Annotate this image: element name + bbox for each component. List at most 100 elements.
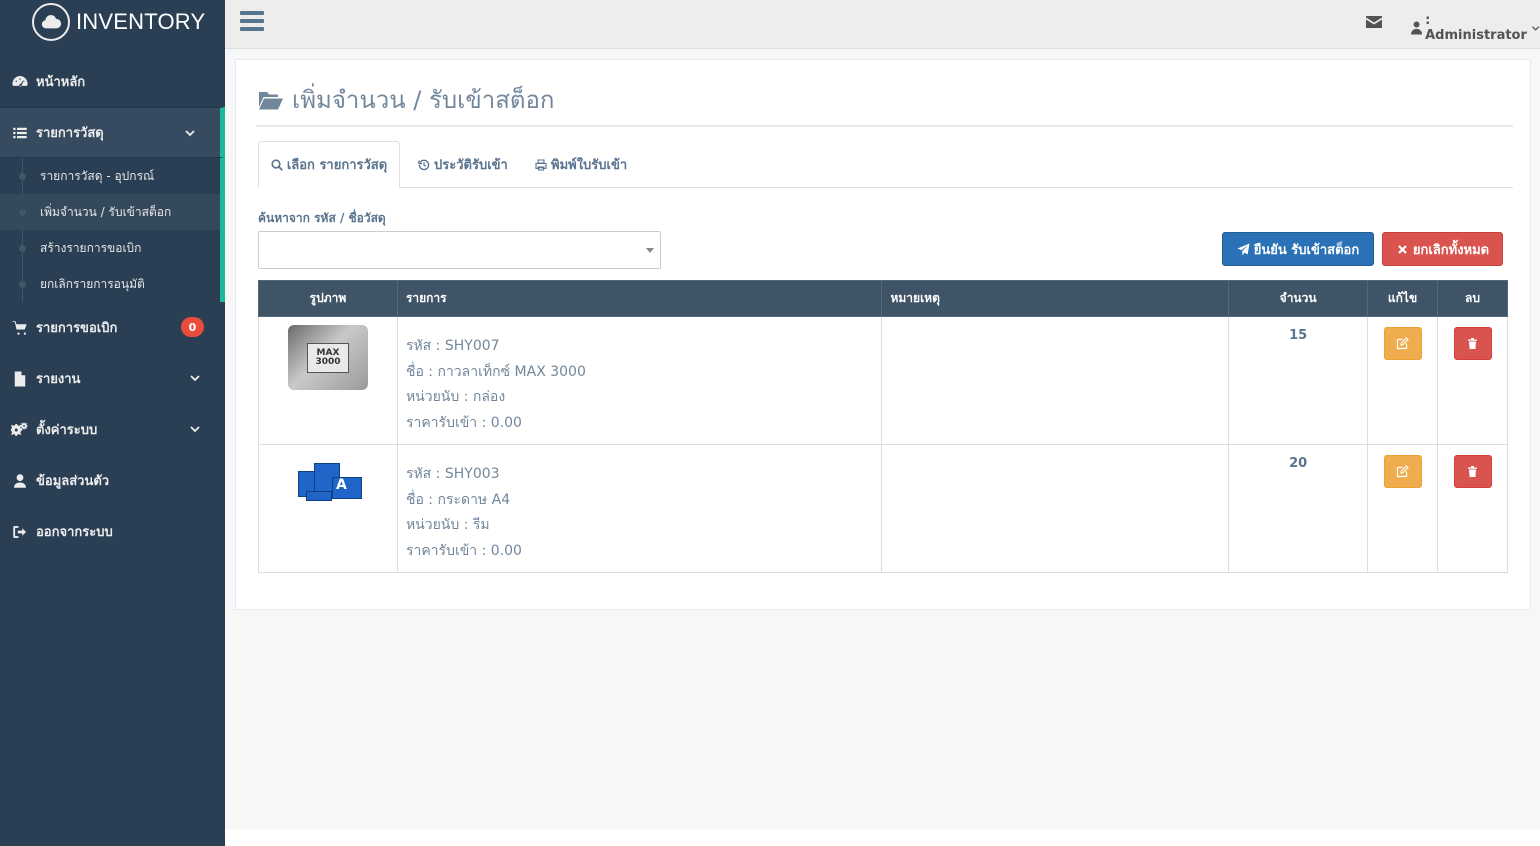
product-image-label: MAX 3000 (306, 342, 349, 373)
th-edit: แก้ไข (1367, 280, 1439, 317)
page-title: เพิ่มจำนวน / รับเข้าสต็อก (258, 80, 554, 119)
product-image-label: A (335, 477, 347, 493)
item-price: ราคารับเข้า : 0.00 (405, 414, 522, 431)
title-divider (256, 125, 1513, 127)
sidebar-item-home[interactable]: หน้าหลัก (0, 56, 225, 107)
edit-cell (1367, 444, 1439, 573)
confirm-stock-in-button[interactable]: ยืนยัน รับเข้าสต็อก (1222, 232, 1374, 266)
image-cell: A (258, 444, 398, 573)
item-cell: รหัส : SHY007 ชื่อ : กาวลาเท็กซ์ MAX 300… (396, 316, 883, 445)
th-image: รูปภาพ (258, 280, 398, 317)
sidebar-item-settings[interactable]: ตั้งค่าระบบ (0, 404, 225, 455)
sidebar-item-profile[interactable]: ข้อมูลส่วนตัว (0, 455, 225, 506)
sidebar-item-logout[interactable]: ออกจากระบบ (0, 506, 225, 557)
delete-button[interactable] (1453, 455, 1492, 488)
sidebar-item-label: ข้อมูลส่วนตัว (36, 474, 110, 489)
cart-icon (10, 319, 30, 337)
table-header-row: รูปภาพ รายการ หมายเหตุ จำนวน แก้ไข ลบ (258, 280, 1508, 317)
chevron-down-icon (189, 372, 201, 384)
edit-icon (1396, 465, 1409, 478)
edit-cell (1367, 316, 1439, 445)
search-icon (271, 158, 283, 171)
sidebar-item-label: หน้าหลัก (36, 75, 86, 90)
item-unit: หน่วยนับ : กล่อง (405, 389, 506, 405)
delete-cell (1437, 444, 1508, 573)
sidebar-item-materials[interactable]: รายการวัสดุ (0, 107, 225, 158)
sidebar-item-label: รายงาน (36, 372, 81, 387)
item-unit: หน่วยนับ : รีม (405, 517, 490, 533)
tab-label: เลือก รายการวัสดุ (286, 158, 388, 173)
user-icon (1411, 21, 1423, 35)
print-icon (535, 158, 547, 171)
note-cell (881, 444, 1230, 573)
sidebar-item-reports[interactable]: รายงาน (0, 353, 225, 404)
table-row: MAX 3000 รหัส : SHY007 ชื่อ : กาวลาเท็กซ… (258, 316, 1508, 445)
folder-open-icon (259, 91, 283, 109)
tab-print-receipt[interactable]: พิมพ์ใบรับเข้า (535, 141, 627, 188)
th-item: รายการ (396, 280, 883, 317)
brand[interactable]: INVENTORY (0, 0, 225, 44)
cancel-all-button[interactable]: ยกเลิกทั้งหมด (1382, 232, 1503, 266)
quantity-cell: 15 (1228, 316, 1369, 445)
quantity-cell: 20 (1228, 444, 1369, 573)
stock-items-table: รูปภาพ รายการ หมายเหตุ จำนวน แก้ไข ลบ MA… (258, 280, 1508, 573)
sidebar-subitem-materials-list[interactable]: รายการวัสดุ - อุปกรณ์ (0, 158, 220, 194)
chevron-down-icon (189, 423, 201, 435)
footer (225, 829, 1540, 846)
chevron-down-icon (184, 127, 196, 139)
tab-receive-history[interactable]: ประวัติรับเข้า (418, 141, 508, 188)
item-cell: รหัส : SHY003 ชื่อ : กระดาษ A4 หน่วยนับ … (396, 444, 883, 573)
cloud-icon (32, 3, 70, 41)
material-search-select[interactable] (258, 231, 661, 269)
sidebar-item-label: ตั้งค่าระบบ (36, 423, 98, 438)
file-icon (10, 370, 30, 388)
tab-bar: เลือก รายการวัสดุ ประวัติรับเข้า พิมพ์ใบ… (258, 141, 1513, 188)
edit-button[interactable] (1383, 455, 1422, 488)
tab-select-materials[interactable]: เลือก รายการวัสดุ (258, 141, 400, 188)
item-quantity: 20 (1289, 456, 1308, 471)
trash-icon (1468, 466, 1477, 477)
button-label: ยืนยัน รับเข้าสต็อก (1253, 242, 1360, 258)
item-code: รหัส : SHY007 (405, 338, 500, 354)
paper-plane-icon (1237, 243, 1250, 255)
user-icon (10, 472, 30, 490)
requests-count-badge: 0 (181, 317, 204, 337)
stock-in-panel: เพิ่มจำนวน / รับเข้าสต็อก เลือก รายการวั… (235, 59, 1531, 610)
search-label: ค้นหาจาก รหัส / ชื่อวัสดุ (258, 211, 386, 225)
th-quantity: จำนวน (1228, 280, 1369, 317)
image-cell: MAX 3000 (258, 316, 398, 445)
edit-button[interactable] (1383, 327, 1422, 360)
sidebar-menu: หน้าหลัก รายการวัสดุ รายการวัสดุ - อุปกร… (0, 56, 225, 557)
trash-icon (1468, 338, 1477, 349)
user-menu[interactable]: : Administrator (1411, 13, 1540, 43)
sidebar-item-requests[interactable]: รายการขอเบิก 0 (0, 302, 225, 353)
sidebar-subitem-add-stock[interactable]: เพิ่มจำนวน / รับเข้าสต็อก (0, 194, 220, 230)
caret-down-icon (646, 248, 654, 253)
menu-toggle-icon[interactable] (240, 11, 264, 33)
delete-cell (1437, 316, 1508, 445)
brand-title: INVENTORY (76, 9, 206, 34)
note-cell (881, 316, 1230, 445)
sidebar-subitem-cancel-approval[interactable]: ยกเลิกรายการอนุมัติ (0, 266, 220, 302)
top-navbar: : Administrator (225, 0, 1540, 49)
close-icon (1398, 244, 1407, 254)
delete-button[interactable] (1453, 327, 1492, 360)
sidebar: INVENTORY หน้าหลัก รายการวัสดุ รายการวัส… (0, 0, 225, 846)
gears-icon (10, 421, 30, 439)
chevron-down-icon (1531, 26, 1539, 31)
history-icon (418, 159, 430, 170)
sidebar-item-label: ออกจากระบบ (36, 525, 113, 540)
materials-submenu: รายการวัสดุ - อุปกรณ์ เพิ่มจำนวน / รับเข… (0, 158, 225, 302)
item-price: ราคารับเข้า : 0.00 (405, 542, 522, 559)
item-name: ชื่อ : กาวลาเท็กซ์ MAX 3000 (405, 363, 586, 380)
table-row: A รหัส : SHY003 ชื่อ : กระดาษ A4 หน่วยนั… (258, 444, 1508, 573)
product-image: A (287, 453, 368, 518)
item-name: ชื่อ : กระดาษ A4 (405, 491, 511, 508)
item-quantity: 15 (1289, 328, 1308, 343)
envelope-icon[interactable] (1366, 14, 1382, 28)
product-image: MAX 3000 (287, 325, 368, 390)
th-delete: ลบ (1437, 280, 1508, 317)
sidebar-subitem-create-request[interactable]: สร้างรายการขอเบิก (0, 230, 220, 266)
dashboard-icon (10, 73, 30, 91)
sidebar-item-label: รายการวัสดุ (36, 126, 104, 141)
